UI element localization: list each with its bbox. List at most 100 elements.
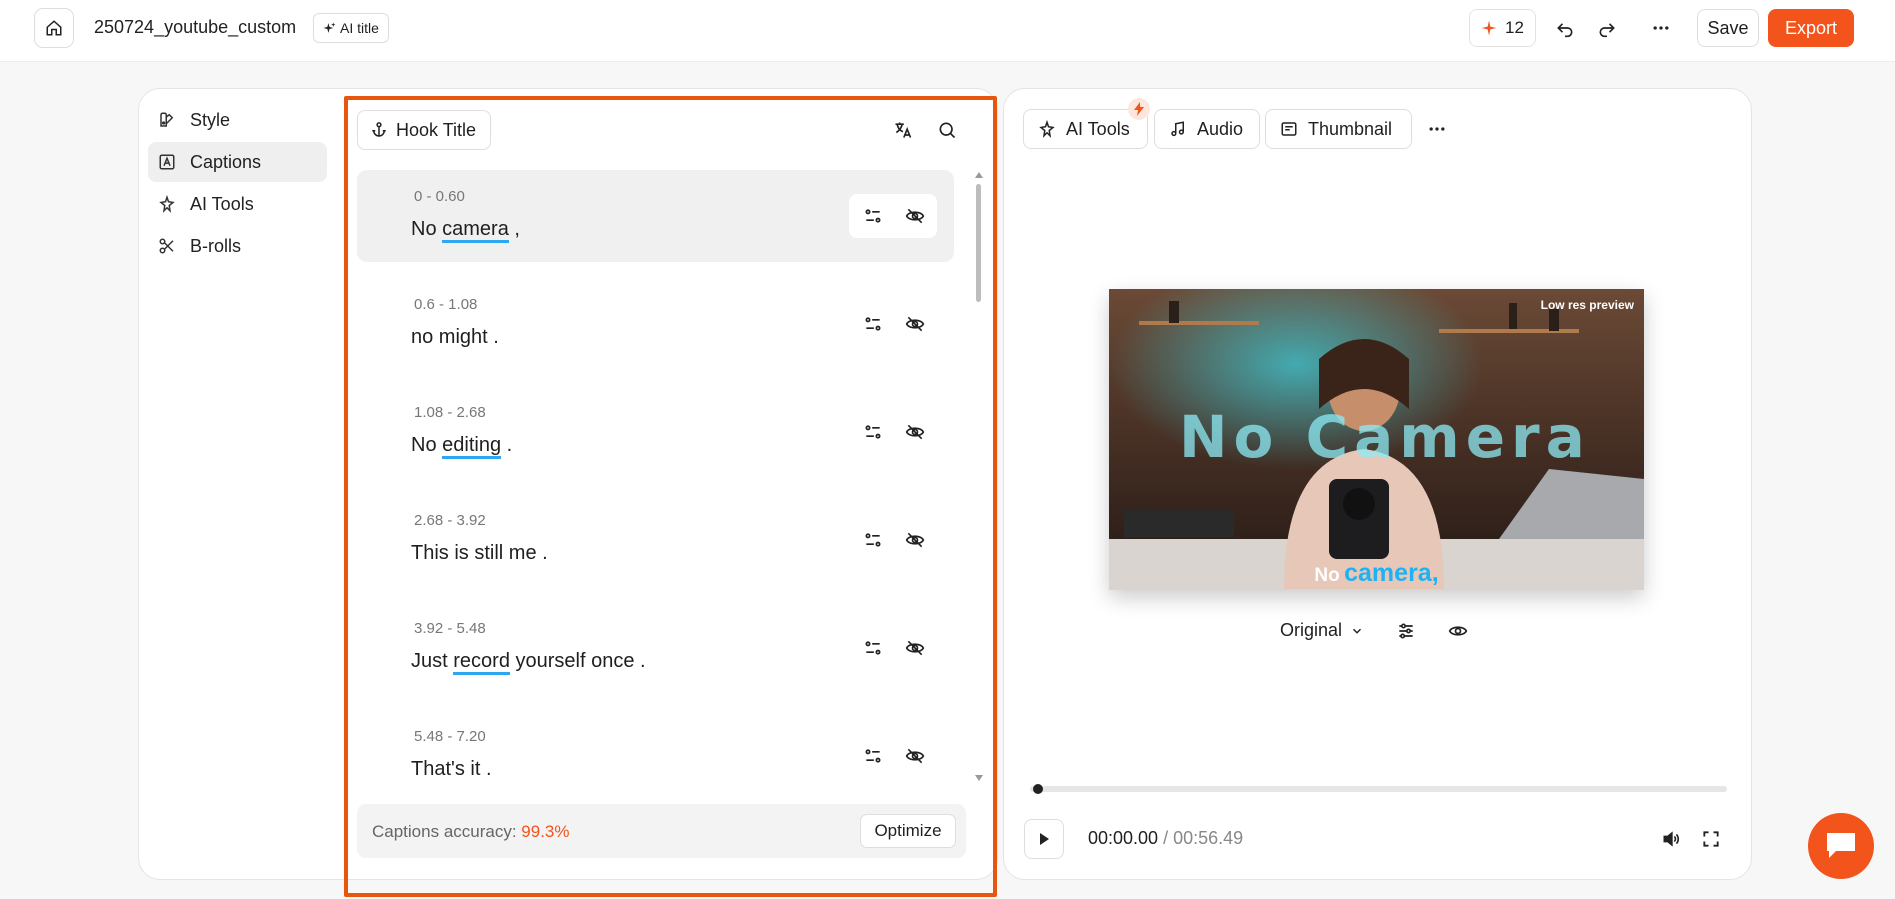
caption-settings-icon[interactable] (861, 204, 885, 228)
scrollbar-thumb[interactable] (976, 184, 981, 302)
caption-time-range[interactable]: 1.08 - 2.68 (414, 404, 486, 421)
visibility-button[interactable] (1443, 616, 1473, 646)
translate-button[interactable] (888, 115, 918, 145)
ai-title-label: AI title (340, 20, 379, 36)
caption-time-range[interactable]: 0.6 - 1.08 (414, 296, 477, 313)
sidebar-item-style[interactable]: Style (148, 100, 327, 140)
redo-icon (1599, 23, 1615, 38)
captions-accuracy-bar: Captions accuracy: 99.3% Optimize (357, 804, 966, 858)
caption-highlight-word[interactable]: camera (442, 218, 509, 243)
caption-text-part: This is still me . (411, 542, 548, 564)
undo-button[interactable] (1550, 13, 1580, 43)
play-button[interactable] (1024, 819, 1064, 859)
caption-text-part: yourself once . (509, 650, 646, 672)
credits-button[interactable]: 12 (1469, 9, 1536, 47)
caption-row[interactable]: 0 - 0.60 No camera , (357, 170, 954, 262)
thumbnail-button[interactable]: Thumbnail (1265, 109, 1412, 149)
caption-time-range[interactable]: 5.48 - 7.20 (414, 728, 486, 745)
search-button[interactable] (932, 115, 962, 145)
bolt-icon (1128, 98, 1150, 120)
redo-button[interactable] (1592, 13, 1622, 43)
quality-label: Original (1280, 620, 1343, 640)
caption-actions (849, 194, 937, 238)
caption-settings-icon[interactable] (861, 636, 885, 660)
home-icon (46, 20, 62, 36)
current-time: 00:00.00 (1088, 828, 1159, 848)
more-icon (1429, 127, 1445, 131)
caption-actions (849, 518, 937, 562)
palette-icon (160, 112, 174, 127)
timecode: 00:00.00 / 00:56.49 (1088, 828, 1243, 849)
music-note-icon (1171, 121, 1184, 137)
credits-count: 12 (1505, 18, 1524, 37)
playback-progress-bar[interactable] (1030, 786, 1727, 792)
caption-time-range[interactable]: 0 - 0.60 (414, 188, 465, 205)
save-button[interactable]: Save (1697, 9, 1759, 47)
sidebar-item-b-rolls[interactable]: B-rolls (148, 226, 327, 266)
caption-row[interactable]: 2.68 - 3.92 This is still me . (357, 494, 954, 586)
scroll-up-icon[interactable] (974, 170, 984, 180)
caption-time-range[interactable]: 3.92 - 5.48 (414, 620, 486, 637)
hide-caption-icon[interactable] (903, 636, 927, 660)
sidebar-item-label: B-rolls (190, 235, 242, 256)
project-name[interactable]: 250724_youtube_custom (94, 17, 296, 38)
more-icon (1653, 26, 1669, 30)
caption-row[interactable]: 3.92 - 5.48 Just record yourself once . (357, 602, 954, 694)
fullscreen-button[interactable] (1696, 824, 1726, 854)
quality-select[interactable]: Original (1280, 620, 1364, 641)
caption-icon (159, 154, 175, 170)
caption-text[interactable]: No camera , (411, 218, 520, 243)
caption-highlight-word[interactable]: editing (442, 434, 502, 459)
accuracy-value: 99.3% (521, 822, 570, 841)
caption-text[interactable]: No editing . (411, 434, 512, 459)
anchor-icon (372, 122, 386, 137)
undo-icon (1557, 23, 1573, 38)
export-button[interactable]: Export (1768, 9, 1854, 47)
adjust-button[interactable] (1391, 616, 1421, 646)
chat-support-button[interactable] (1808, 813, 1874, 879)
caption-row[interactable]: 1.08 - 2.68 No editing . (357, 386, 954, 478)
play-icon (1040, 833, 1049, 845)
caption-row[interactable]: 0.6 - 1.08 no might . (357, 278, 954, 370)
caption-settings-icon[interactable] (861, 312, 885, 336)
ai-title-button[interactable]: AI title (313, 13, 389, 43)
caption-settings-icon[interactable] (861, 420, 885, 444)
sparkle-icon (323, 22, 336, 33)
hide-caption-icon[interactable] (903, 744, 927, 768)
hide-caption-icon[interactable] (903, 204, 927, 228)
volume-icon (1663, 831, 1679, 847)
hide-caption-icon[interactable] (903, 528, 927, 552)
caption-actions (849, 302, 937, 346)
caption-highlight-word[interactable]: record (453, 650, 510, 675)
caption-text[interactable]: Just record yourself once . (411, 650, 646, 675)
magic-wand-icon (1039, 120, 1055, 138)
caption-settings-icon[interactable] (861, 744, 885, 768)
caption-text[interactable]: This is still me . (411, 542, 548, 565)
caption-settings-icon[interactable] (861, 528, 885, 552)
caption-text-part: That's it . (411, 758, 492, 780)
eye-icon (1448, 626, 1468, 636)
caption-text-part: No (411, 218, 443, 240)
audio-button[interactable]: Audio (1154, 109, 1260, 149)
hide-caption-icon[interactable] (903, 312, 927, 336)
sidebar-item-label: AI Tools (190, 193, 254, 214)
player-more-button[interactable] (1422, 114, 1452, 144)
hide-caption-icon[interactable] (903, 420, 927, 444)
time-separator: / (1163, 828, 1169, 848)
home-button[interactable] (34, 8, 74, 48)
sidebar-item-captions[interactable]: Captions (148, 142, 327, 182)
optimize-button[interactable]: Optimize (860, 814, 956, 848)
sidebar-item-ai-tools[interactable]: AI Tools (148, 184, 327, 224)
caption-text[interactable]: That's it . (411, 758, 492, 781)
hook-title-label: Hook Title (396, 119, 477, 140)
hook-title-button[interactable]: Hook Title (357, 110, 491, 150)
caption-actions (849, 626, 937, 670)
video-preview[interactable]: Low res preview No Camera No camera, (1109, 289, 1644, 590)
caption-row[interactable]: 5.48 - 7.20 That's it . (357, 710, 954, 802)
caption-text[interactable]: no might . (411, 326, 499, 349)
playback-progress-handle[interactable] (1033, 784, 1043, 794)
volume-button[interactable] (1656, 824, 1686, 854)
scroll-down-icon[interactable] (974, 773, 984, 783)
more-options-button[interactable] (1646, 13, 1676, 43)
caption-time-range[interactable]: 2.68 - 3.92 (414, 512, 486, 529)
